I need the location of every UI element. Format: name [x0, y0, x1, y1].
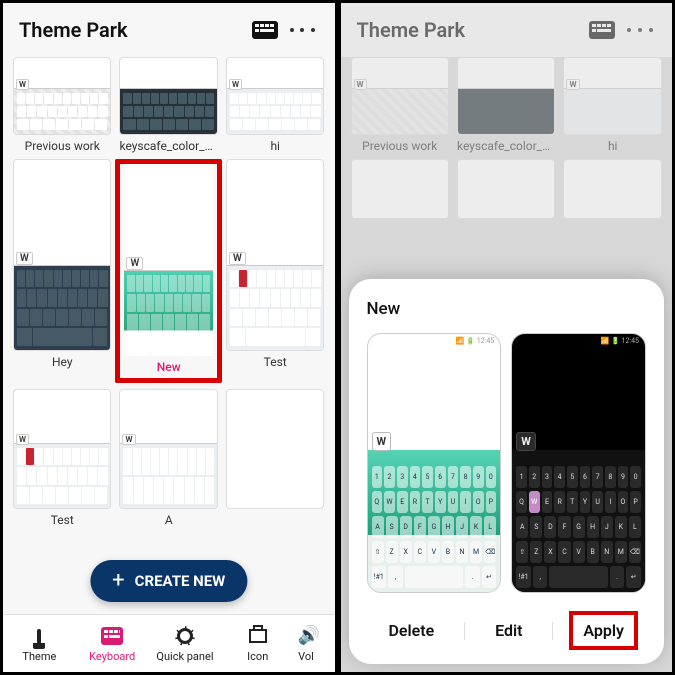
status-bar: 📶 🔋 12:45	[512, 334, 645, 348]
tab-quick-panel[interactable]: Quick panel	[149, 625, 222, 663]
theme-tile[interactable]: W A	[115, 389, 221, 527]
theme-tile-selected[interactable]: W New	[115, 159, 221, 383]
more-options-icon[interactable]	[287, 18, 319, 42]
apply-button[interactable]: Apply	[569, 611, 638, 650]
theme-label: New	[124, 360, 212, 374]
theme-label: keyscafe_color_preset	[457, 139, 555, 153]
theme-previews: 📶 🔋 12:45 W 1234567890 QWERTYUIOP ASDFGH…	[367, 333, 647, 593]
create-new-button[interactable]: + CREATE NEW	[90, 560, 247, 602]
theme-tile	[347, 159, 453, 219]
theme-tile	[453, 159, 559, 219]
theme-tile[interactable]: W hi	[222, 57, 328, 153]
theme-tile[interactable]: W Hey	[9, 159, 115, 383]
sheet-actions: Delete Edit Apply	[367, 611, 647, 650]
theme-label: hi	[226, 139, 324, 153]
app-header: Theme Park	[341, 3, 673, 57]
key-preview-popup: W	[516, 432, 536, 451]
delete-button[interactable]: Delete	[374, 611, 448, 650]
theme-label: Hey	[13, 355, 111, 369]
theme-tile: keyscafe_color_preset	[453, 57, 559, 153]
theme-tile[interactable]: W Test	[222, 159, 328, 383]
divider	[464, 622, 465, 640]
divider	[552, 622, 553, 640]
theme-tile: W Previous work	[347, 57, 453, 153]
gear-icon	[174, 625, 196, 647]
plus-icon: +	[112, 574, 124, 587]
sheet-title: New	[367, 299, 647, 319]
theme-tile[interactable]: W Test	[9, 389, 115, 527]
theme-label: Previous work	[13, 139, 111, 153]
bottom-tab-bar: Theme Keyboard Quick panel Icon 🔊 Vol	[3, 614, 335, 672]
tab-theme[interactable]: Theme	[3, 625, 76, 663]
keyboard-icon	[101, 625, 123, 647]
theme-label: Previous work	[351, 139, 449, 153]
fab-label: CREATE NEW	[135, 572, 226, 590]
brush-icon	[28, 625, 50, 647]
theme-tile	[559, 159, 665, 219]
tab-volume[interactable]: 🔊 Vol	[294, 625, 334, 663]
theme-label: hi	[563, 139, 661, 153]
keyboard-toggle-icon[interactable]	[586, 18, 618, 42]
theme-label: A	[119, 513, 217, 527]
theme-detail-screen: Theme Park W Previous work keyscafe_colo…	[338, 0, 675, 675]
key-preview-popup: W	[372, 432, 392, 451]
status-bar: 📶 🔋 12:45	[368, 334, 501, 348]
tab-icon[interactable]: Icon	[221, 625, 294, 663]
more-options-icon[interactable]	[624, 18, 656, 42]
page-title: Theme Park	[19, 18, 243, 42]
theme-tile: W hi	[559, 57, 665, 153]
theme-label: Test	[13, 513, 111, 527]
tab-keyboard[interactable]: Keyboard	[76, 625, 149, 663]
theme-tile[interactable]	[222, 389, 328, 527]
theme-grid: W Previous work keyscafe_color_preset W …	[3, 57, 335, 533]
preview-dark[interactable]: 📶 🔋 12:45 W 1234567890 QWERTYUIOP ASDFGH…	[511, 333, 646, 593]
page-title: Theme Park	[357, 18, 581, 42]
theme-label: keyscafe_color_preset	[119, 139, 217, 153]
preview-light[interactable]: 📶 🔋 12:45 W 1234567890 QWERTYUIOP ASDFGH…	[367, 333, 502, 593]
theme-tile[interactable]: keyscafe_color_preset	[115, 57, 221, 153]
gift-icon	[247, 625, 269, 647]
edit-button[interactable]: Edit	[481, 611, 536, 650]
app-header: Theme Park	[3, 3, 335, 57]
theme-list-screen: Theme Park W Previous work keyscafe_colo…	[0, 0, 338, 675]
theme-tile[interactable]: W Previous work	[9, 57, 115, 153]
theme-grid-dimmed: W Previous work keyscafe_color_preset W …	[341, 57, 673, 225]
theme-label: Test	[226, 355, 324, 369]
keyboard-toggle-icon[interactable]	[249, 18, 281, 42]
volume-icon: 🔊	[298, 625, 320, 647]
theme-action-sheet: New 📶 🔋 12:45 W 1234567890 QWERTYUIOP AS…	[349, 279, 665, 664]
